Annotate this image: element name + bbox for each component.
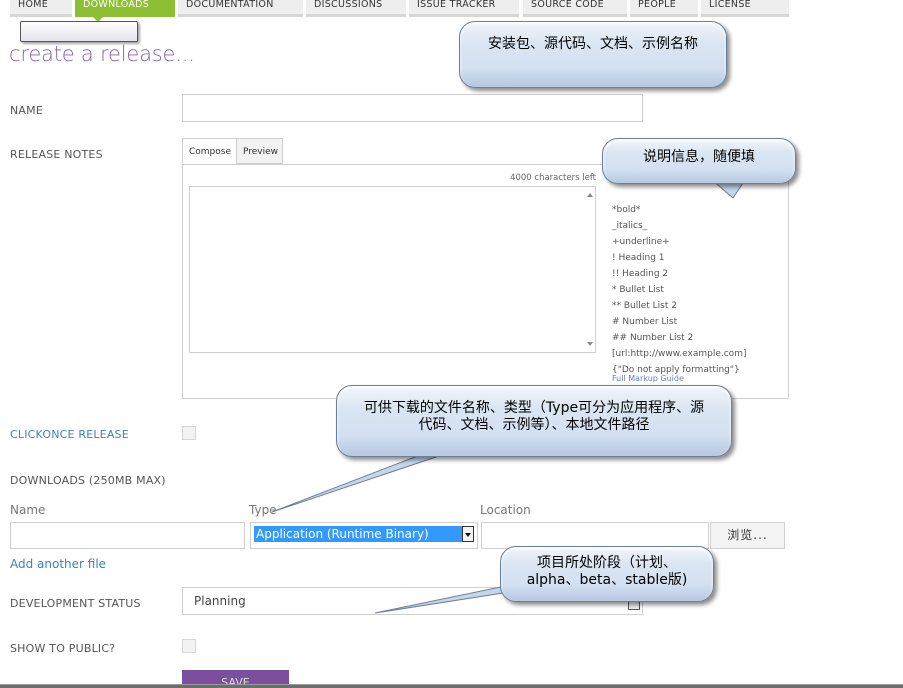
scroll-up-arrow-icon[interactable] xyxy=(587,193,593,197)
downloads-annotation-callout: 可供下载的文件名称、类型（Type可分为应用程序、源代码、文档、示例等）、本地文… xyxy=(336,385,732,457)
nav-tab-label: ISSUE TRACKER xyxy=(417,0,496,10)
blank-annotation-box xyxy=(20,21,138,42)
nav-tab-issue-tracker[interactable]: ISSUE TRACKER xyxy=(409,0,519,17)
tab-compose[interactable]: Compose xyxy=(182,138,237,164)
nav-tab-documentation[interactable]: DOCUMENTATION xyxy=(178,0,303,17)
development-status-label: DEVELOPMENT STATUS xyxy=(10,597,141,610)
files-annotation-callout: 安装包、源代码、文档、示例名称 xyxy=(459,21,727,88)
nav-tab-home[interactable]: HOME xyxy=(10,0,72,17)
show-to-public-checkbox[interactable] xyxy=(182,639,196,653)
dropdown-arrow-icon[interactable] xyxy=(462,526,474,542)
wiki-guide-item: ! Heading 1 xyxy=(612,253,665,263)
download-name-column-label: Name xyxy=(10,503,46,517)
download-location-input[interactable] xyxy=(481,522,709,549)
development-status-value: Planning xyxy=(194,594,246,608)
notes-annotation-text: 说明信息，随便填 xyxy=(643,149,755,165)
full-markup-guide-link[interactable]: Full Markup Guide xyxy=(612,374,684,383)
add-another-file-link[interactable]: Add another file xyxy=(10,557,106,571)
nav-tab-label: SOURCE CODE xyxy=(531,0,604,10)
release-notes-label: RELEASE NOTES xyxy=(10,148,103,161)
nav-tab-label: DISCUSSIONS xyxy=(314,0,383,10)
wiki-guide-item: ** Bullet List 2 xyxy=(612,301,677,311)
nav-tab-label: DOWNLOADS xyxy=(83,0,150,10)
download-name-input[interactable] xyxy=(10,522,245,549)
window-bottom-edge xyxy=(0,684,903,688)
characters-left-counter: 4000 characters left xyxy=(510,173,596,183)
nav-tab-label: LICENSE xyxy=(709,0,751,10)
name-label: NAME xyxy=(10,104,43,117)
wiki-guide-item: * Bullet List xyxy=(612,285,664,295)
download-type-select[interactable]: Application (Runtime Binary) xyxy=(250,522,478,549)
status-annotation-callout: 项目所处阶段（计划、alpha、beta、stable版) xyxy=(500,546,714,602)
scroll-down-arrow-icon[interactable] xyxy=(587,342,593,346)
release-notes-textarea[interactable] xyxy=(189,186,596,353)
wiki-guide-item: ## Number List 2 xyxy=(612,333,694,343)
nav-tab-label: HOME xyxy=(18,0,49,10)
wiki-guide-item: !! Heading 2 xyxy=(612,269,669,279)
notes-annotation-callout: 说明信息，随便填 xyxy=(602,138,796,184)
show-to-public-label: SHOW TO PUBLIC? xyxy=(10,642,116,655)
tab-preview[interactable]: Preview xyxy=(236,138,283,164)
status-annotation-text: 项目所处阶段（计划、alpha、beta、stable版) xyxy=(526,555,688,588)
nav-tab-people[interactable]: PEOPLE xyxy=(630,0,698,17)
wiki-guide-item: [url:http://www.example.com] xyxy=(612,349,747,359)
page-title: create a release... xyxy=(9,42,195,66)
wiki-guide-item: *bold* xyxy=(612,205,641,215)
browse-button[interactable]: 浏览... xyxy=(710,522,785,549)
top-navigation: HOME DOWNLOADS DOCUMENTATION DISCUSSIONS… xyxy=(0,0,903,22)
nav-tab-label: DOCUMENTATION xyxy=(186,0,274,10)
downloads-label: DOWNLOADS (250MB MAX) xyxy=(10,474,166,487)
nav-tab-downloads[interactable]: DOWNLOADS xyxy=(75,0,175,22)
downloads-annotation-text: 可供下载的文件名称、类型（Type可分为应用程序、源代码、文档、示例等）、本地文… xyxy=(363,400,705,433)
downloads-callout-tail xyxy=(271,454,443,513)
download-type-value: Application (Runtime Binary) xyxy=(254,526,466,542)
wiki-guide-item: # Number List xyxy=(612,317,678,327)
download-type-column-label: Type xyxy=(249,503,277,517)
download-location-column-label: Location xyxy=(480,503,531,517)
wiki-guide-list: *bold* _italics_ +underline+ ! Heading 1… xyxy=(612,202,746,378)
clickonce-release-label[interactable]: CLICKONCE RELEASE xyxy=(10,428,129,441)
nav-tab-label: PEOPLE xyxy=(638,0,677,10)
wiki-guide-item: +underline+ xyxy=(612,237,670,247)
clickonce-checkbox[interactable] xyxy=(182,426,196,440)
files-annotation-text: 安装包、源代码、文档、示例名称 xyxy=(488,36,698,52)
release-name-input[interactable] xyxy=(182,94,643,122)
nav-tab-license[interactable]: LICENSE xyxy=(701,0,789,17)
nav-tab-source-code[interactable]: SOURCE CODE xyxy=(523,0,627,17)
nav-tab-discussions[interactable]: DISCUSSIONS xyxy=(306,0,406,17)
wiki-guide-item: _italics_ xyxy=(612,221,648,231)
